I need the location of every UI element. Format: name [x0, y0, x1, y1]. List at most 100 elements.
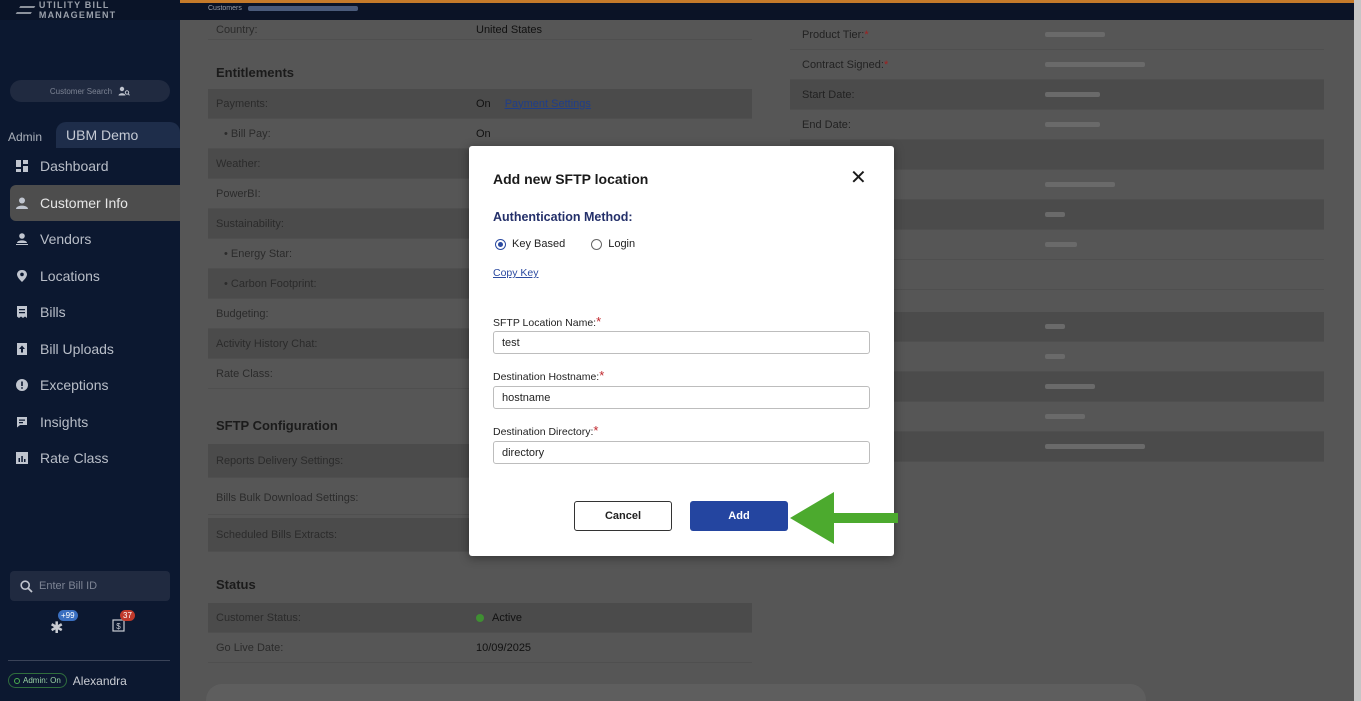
radio-label: Login: [608, 238, 636, 250]
brand-title: UTILITY BILL MANAGEMENT: [38, 0, 117, 20]
detail-row-contract-signed: Contract Signed:*: [790, 50, 1324, 80]
customer-search-button[interactable]: Customer Search: [10, 80, 170, 102]
sidebar-item-vendors[interactable]: Vendors: [0, 221, 180, 258]
bill-icon: [16, 306, 28, 319]
required-marker: *: [864, 28, 869, 41]
role-label: Admin: [8, 130, 43, 144]
asterisk-icon: ✱: [50, 620, 64, 637]
redacted-value: [1045, 384, 1095, 389]
sidebar-item-bills[interactable]: Bills: [0, 294, 180, 331]
upload-icon: [16, 342, 28, 355]
annotation-arrow-icon: [790, 492, 898, 544]
admin-toggle[interactable]: Admin: On: [8, 673, 67, 688]
detail-label: Start Date:: [802, 88, 855, 101]
redacted-value: [1045, 62, 1145, 67]
detail-label: Contract Signed:: [802, 58, 884, 71]
sidebar-item-label: Vendors: [40, 231, 92, 248]
customer-search-label: Customer Search: [49, 86, 113, 96]
dialog-title: Add new SFTP location: [493, 171, 649, 187]
redacted-value: [1045, 354, 1065, 359]
sidebar-item-label: Dashboard: [40, 158, 109, 175]
status-value: 10/09/2025: [476, 641, 532, 654]
asterisk-notification-button[interactable]: ✱ +99: [50, 610, 78, 638]
sftp-location-name-input[interactable]: test: [493, 331, 870, 354]
svg-text:$: $: [116, 622, 121, 631]
entitlement-label: Payments:: [216, 97, 268, 110]
entitlement-label: Activity History Chat:: [216, 337, 318, 350]
required-marker: *: [593, 423, 599, 438]
entitlement-row-bill-pay: • Bill Pay: On: [208, 119, 752, 149]
copy-key-link[interactable]: Copy Key: [493, 267, 539, 279]
entitlement-label: • Bill Pay:: [224, 127, 271, 140]
redacted-value: [1045, 212, 1065, 217]
detail-row-start-date: Start Date:: [790, 80, 1324, 110]
sidebar-item-label: Bill Uploads: [40, 340, 114, 357]
sidebar-item-bill-uploads[interactable]: Bill Uploads: [0, 331, 180, 368]
sidebar: UTILITY BILL MANAGEMENT Customer Search …: [0, 0, 180, 701]
bottom-panel: [206, 684, 1146, 701]
insights-icon: [16, 416, 28, 428]
radio-login[interactable]: Login: [591, 238, 635, 250]
bill-id-placeholder: Enter Bill ID: [39, 580, 98, 592]
exclamation-icon: [16, 379, 28, 392]
person-search-icon: [118, 86, 131, 96]
detail-row-end-date: End Date:: [790, 110, 1324, 140]
destination-hostname-label: Destination Hostname:*: [493, 368, 604, 383]
redacted-value: [1045, 32, 1105, 37]
radio-selected-icon: [495, 238, 506, 250]
entitlement-row-payments: Payments: On Payment Settings: [208, 89, 752, 119]
user-row: Admin: On Alexandra: [8, 673, 127, 688]
sidebar-nav: Dashboard Customer Info Vendors Location…: [0, 148, 180, 477]
entitlement-label: Sustainability:: [216, 217, 284, 230]
sidebar-item-label: Exceptions: [40, 377, 109, 394]
destination-hostname-input[interactable]: hostname: [493, 386, 870, 409]
bill-id-search-input[interactable]: Enter Bill ID: [10, 571, 170, 601]
admin-status-label: Admin: On: [23, 676, 61, 685]
status-row-go-live: Go Live Date: 10/09/2025: [208, 633, 752, 663]
person-icon: [16, 197, 28, 209]
breadcrumb: Customers: [208, 5, 358, 12]
sidebar-item-customer-info[interactable]: Customer Info: [10, 184, 180, 221]
bills-notification-button[interactable]: $ 37: [112, 610, 135, 637]
close-icon[interactable]: ✕: [850, 168, 867, 188]
sftp-row-label: Reports Delivery Settings:: [216, 454, 344, 467]
vendor-icon: [16, 233, 28, 246]
cancel-button[interactable]: Cancel: [574, 501, 672, 531]
status-value: Active: [492, 611, 522, 624]
required-marker: *: [883, 58, 889, 71]
radio-key-based[interactable]: Key Based: [495, 238, 565, 250]
input-value: test: [502, 336, 520, 349]
search-icon: [20, 579, 33, 593]
sidebar-item-exceptions[interactable]: Exceptions: [0, 367, 180, 404]
required-marker: *: [599, 368, 605, 383]
add-button[interactable]: Add: [690, 501, 788, 531]
required-marker: *: [596, 314, 602, 329]
redacted-value: [1045, 324, 1065, 329]
sidebar-item-rate-class[interactable]: Rate Class: [0, 440, 180, 477]
payment-settings-link[interactable]: Payment Settings: [505, 98, 591, 110]
destination-directory-input[interactable]: directory: [493, 441, 870, 464]
status-row-customer-status: Customer Status: Active: [208, 603, 752, 633]
sidebar-item-label: Insights: [40, 413, 89, 430]
breadcrumb-customer-redacted: [247, 5, 358, 11]
sftp-configuration-title: SFTP Configuration: [216, 418, 338, 433]
entitlement-label: Budgeting:: [216, 307, 269, 320]
breadcrumb-customers[interactable]: Customers: [208, 5, 242, 12]
role-row: Admin UBM Demo: [0, 122, 180, 148]
country-label: Country:: [216, 23, 258, 36]
sidebar-item-dashboard[interactable]: Dashboard: [0, 148, 180, 185]
redacted-value: [1045, 182, 1115, 187]
field-label-text: Destination Hostname:: [493, 371, 600, 383]
sidebar-item-locations[interactable]: Locations: [0, 258, 180, 295]
sidebar-item-label: Locations: [40, 267, 100, 284]
field-label-text: SFTP Location Name:: [493, 317, 597, 329]
sidebar-item-insights[interactable]: Insights: [0, 404, 180, 441]
admin-status-dot: [14, 677, 20, 684]
radio-label: Key Based: [512, 238, 566, 250]
customer-tab[interactable]: UBM Demo: [56, 122, 180, 148]
entitlement-label: PowerBI:: [216, 187, 261, 200]
brand-header[interactable]: UTILITY BILL MANAGEMENT: [0, 0, 180, 20]
sidebar-item-label: Customer Info: [40, 194, 128, 211]
redacted-value: [1045, 122, 1100, 127]
user-name[interactable]: Alexandra: [73, 674, 127, 688]
